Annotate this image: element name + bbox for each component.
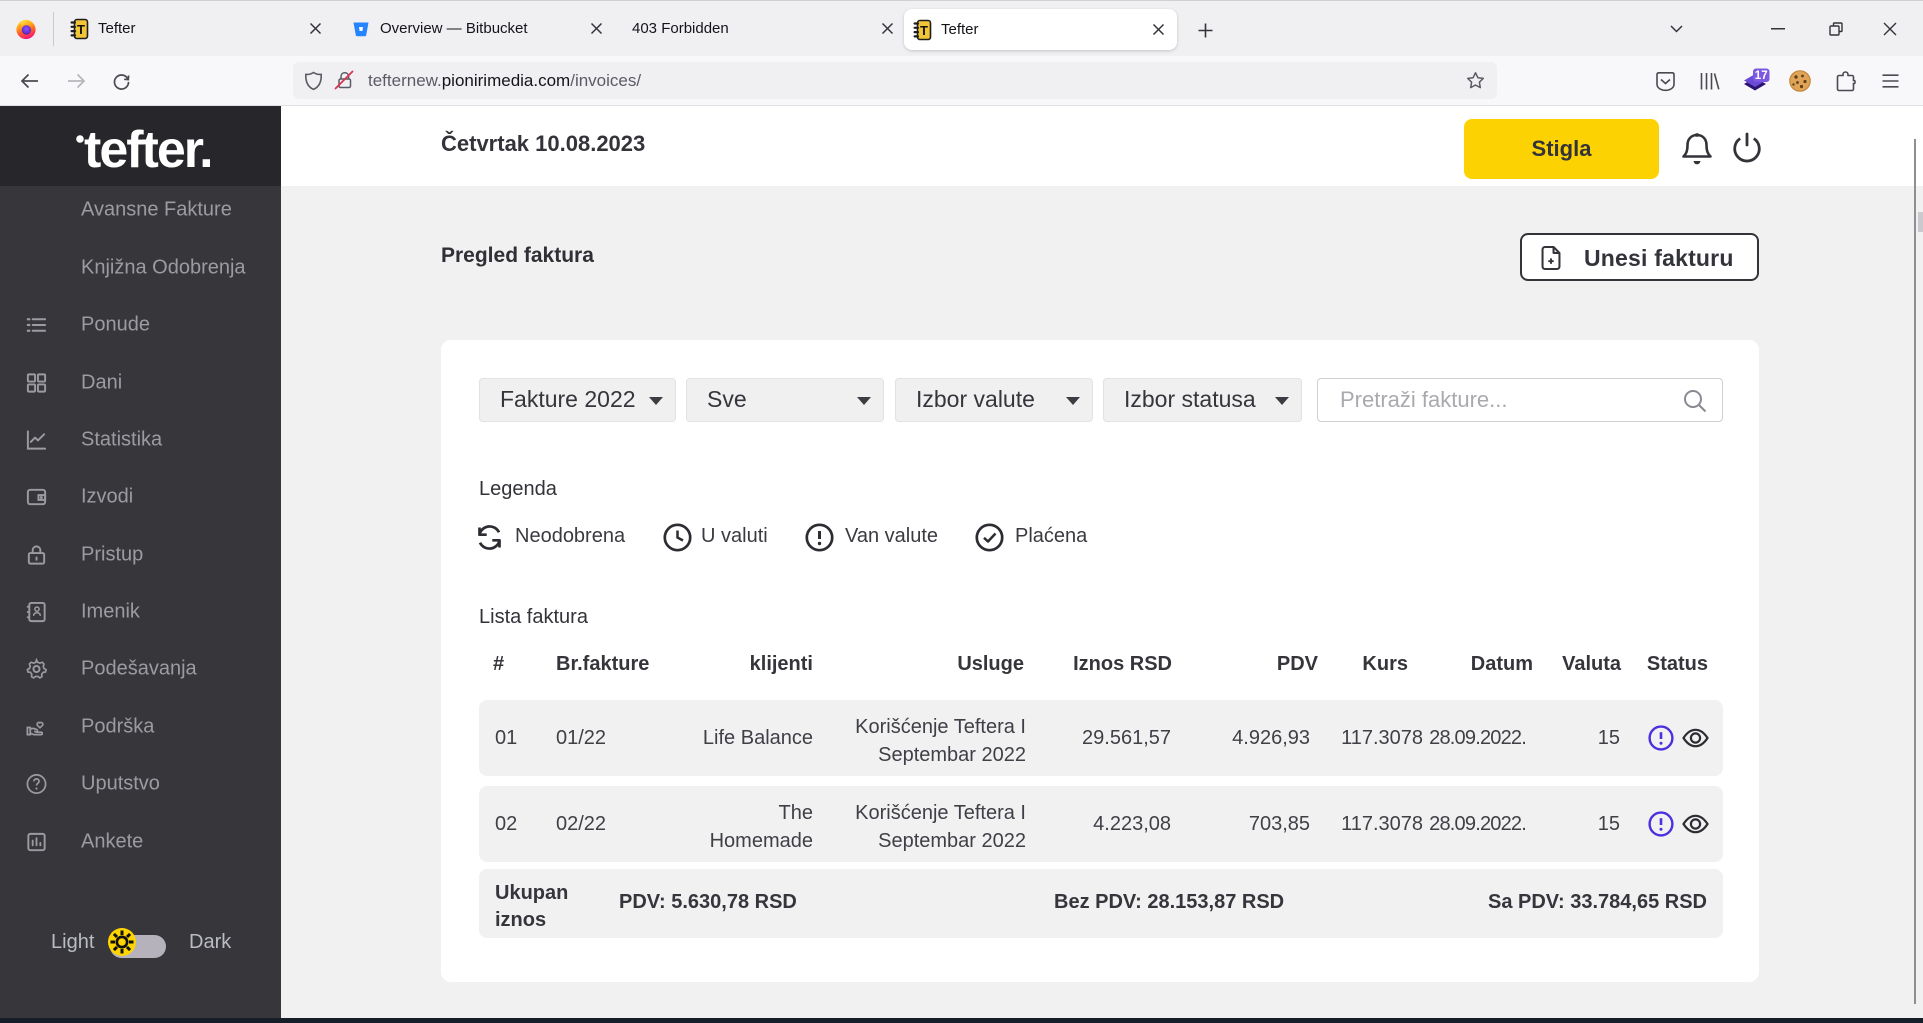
svg-text:T: T: [77, 22, 85, 37]
svg-text:T: T: [920, 23, 928, 38]
svg-text:17: 17: [1754, 70, 1767, 82]
